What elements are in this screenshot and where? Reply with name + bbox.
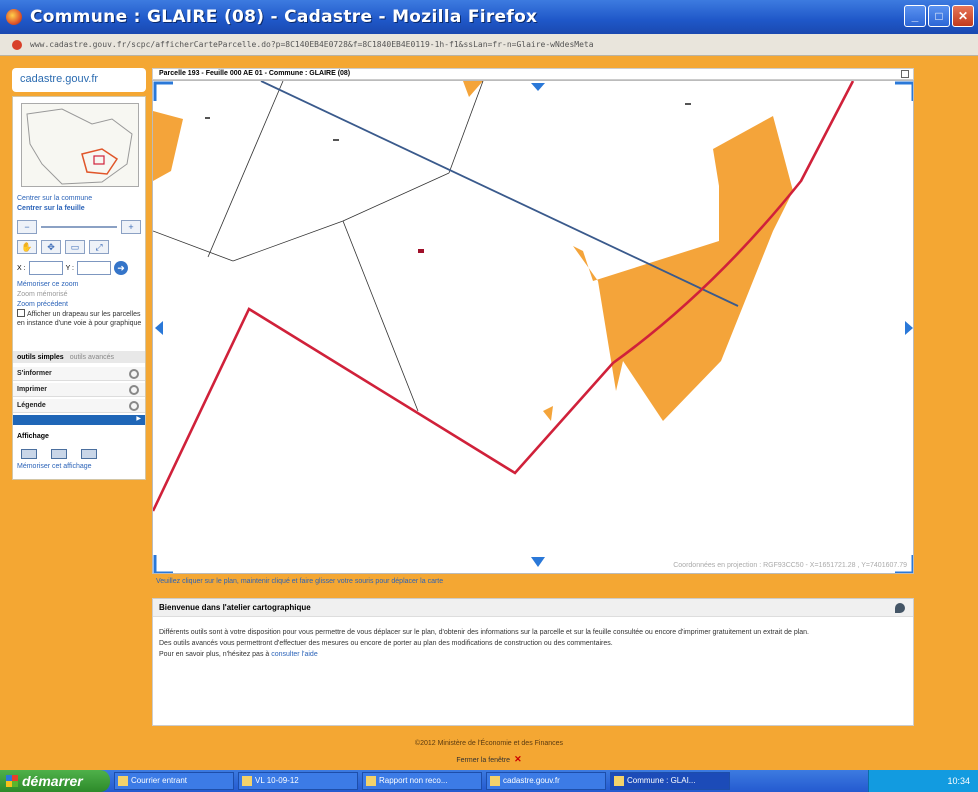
collapse-bar[interactable]: ▶	[13, 415, 145, 425]
tab-simple-tools[interactable]: outils simples	[17, 354, 64, 361]
taskbar-item[interactable]: Commune : GLAI...	[610, 772, 730, 790]
tab-advanced-tools[interactable]: outils avancés	[70, 354, 114, 361]
tools-tabs: outils simples outils avancés	[13, 351, 145, 363]
pan-east-icon[interactable]	[905, 321, 913, 335]
system-tray: 10:34	[868, 770, 978, 792]
center-feuille-link[interactable]: Centrer sur la feuille	[17, 205, 85, 212]
pan-north-icon[interactable]	[531, 83, 545, 91]
overview-map[interactable]	[21, 103, 139, 187]
clock: 10:34	[947, 776, 970, 786]
parcel-small-orange	[543, 406, 553, 421]
site-favicon-icon	[12, 39, 22, 50]
overview-map-drawing	[26, 108, 133, 185]
display-mode-plan-icon[interactable]	[21, 449, 37, 459]
zoom-out-icon[interactable]: −	[17, 220, 37, 234]
cadastre-map[interactable]: Coordonnées en projection : RGF93CC50 - …	[152, 80, 914, 574]
parcel-left-orange	[153, 111, 183, 181]
full-extent-icon[interactable]: ⤢	[89, 240, 109, 254]
y-coordinate-input[interactable]	[77, 261, 111, 275]
pan-hand-icon[interactable]: ✋	[17, 240, 37, 254]
close-window-button[interactable]: ✕	[952, 5, 974, 27]
memoriser-zoom-link[interactable]: Mémoriser ce zoom	[17, 281, 78, 288]
gear-icon	[129, 385, 139, 395]
welcome-paragraph: Pour en savoir plus, n'hésitez pas à con…	[159, 651, 318, 658]
tools-panel: Centrer sur la commune Centrer sur la fe…	[12, 96, 146, 480]
window-titlebar[interactable]: Commune : GLAIRE (08) - Cadastre - Mozil…	[0, 0, 978, 34]
railway-line	[260, 81, 739, 307]
maximize-map-icon[interactable]	[901, 70, 909, 78]
map-drawing	[153, 81, 913, 573]
taskbar: démarrer Courrier entrant VL 10-09-12 Ra…	[0, 770, 978, 792]
help-link[interactable]: consulter l'aide	[271, 651, 317, 658]
section-legende[interactable]: Légende	[13, 399, 145, 413]
pan-west-icon[interactable]	[155, 321, 163, 335]
gear-icon	[129, 369, 139, 379]
zoom-box-icon[interactable]: ▭	[65, 240, 85, 254]
pin-icon[interactable]	[895, 603, 905, 613]
start-button[interactable]: démarrer	[0, 770, 110, 792]
welcome-title-bar: Bienvenue dans l'atelier cartographique	[153, 599, 913, 617]
go-coordinate-button[interactable]: ➜	[114, 261, 128, 275]
taskbar-item[interactable]: VL 10-09-12	[238, 772, 358, 790]
minimize-button[interactable]: _	[904, 5, 926, 27]
welcome-paragraph: Des outils avancés vous permettront d'ef…	[159, 640, 613, 647]
parcel-marker	[418, 249, 424, 253]
pan-south-icon[interactable]	[531, 557, 545, 567]
display-modes	[21, 449, 97, 459]
section-informer[interactable]: S'informer	[13, 367, 145, 381]
x-coordinate-input[interactable]	[28, 261, 63, 275]
flag-checkbox[interactable]	[17, 309, 25, 317]
zoom-slider[interactable]: − +	[17, 219, 141, 235]
address-bar[interactable]: www.cadastre.gouv.fr/scpc/afficherCarteP…	[0, 34, 978, 56]
center-commune-link[interactable]: Centrer sur la commune	[17, 195, 92, 202]
window-controls: _ □ ✕	[904, 5, 974, 27]
window-title: Commune : GLAIRE (08) - Cadastre - Mozil…	[30, 7, 538, 27]
taskbar-item[interactable]: Rapport non reco...	[362, 772, 482, 790]
maximize-button[interactable]: □	[928, 5, 950, 27]
display-mode-split-icon[interactable]	[51, 449, 67, 459]
welcome-paragraph: Différents outils sont à votre dispositi…	[159, 629, 809, 636]
gear-icon	[129, 401, 139, 411]
address-url[interactable]: www.cadastre.gouv.fr/scpc/afficherCarteP…	[30, 40, 710, 49]
zoom-track[interactable]	[41, 226, 117, 228]
affichage-heading: Affichage	[17, 433, 49, 440]
firefox-icon	[6, 9, 22, 25]
taskbar-item[interactable]: cadastre.gouv.fr	[486, 772, 606, 790]
coordinate-entry: X : Y : ➜	[17, 261, 143, 275]
section-imprimer[interactable]: Imprimer	[13, 383, 145, 397]
parcel-right-orange	[573, 116, 793, 421]
close-window-link[interactable]: Fermer la fenêtre ✕	[0, 754, 978, 768]
copyright-text: ©2012 Ministère de l'Économie et des Fin…	[414, 740, 564, 747]
display-mode-full-icon[interactable]	[81, 449, 97, 459]
zoom-precedent-link[interactable]: Zoom précédent	[17, 301, 68, 308]
move-icon[interactable]: ✥	[41, 240, 61, 254]
flag-option[interactable]: Afficher un drapeau sur les parcelles en…	[17, 309, 143, 328]
map-tools: ✋ ✥ ▭ ⤢	[17, 239, 141, 255]
taskbar-item[interactable]: Courrier entrant	[114, 772, 234, 790]
map-title-bar: Parcelle 193 - Feuille 000 AE 01 - Commu…	[152, 68, 914, 80]
map-hint: Veuillez cliquer sur le plan, maintenir …	[156, 578, 444, 585]
map-coordinates: Coordonnées en projection : RGF93CC50 - …	[673, 562, 907, 569]
welcome-panel: Bienvenue dans l'atelier cartographique …	[152, 598, 914, 726]
zoom-memorise-link[interactable]: Zoom mémorisé	[17, 291, 68, 298]
memoriser-affichage-link[interactable]: Mémoriser cet affichage	[17, 463, 92, 470]
zoom-in-icon[interactable]: +	[121, 220, 141, 234]
site-logo[interactable]: cadastre.gouv.fr	[12, 68, 146, 92]
close-icon[interactable]: ✕	[514, 754, 522, 764]
